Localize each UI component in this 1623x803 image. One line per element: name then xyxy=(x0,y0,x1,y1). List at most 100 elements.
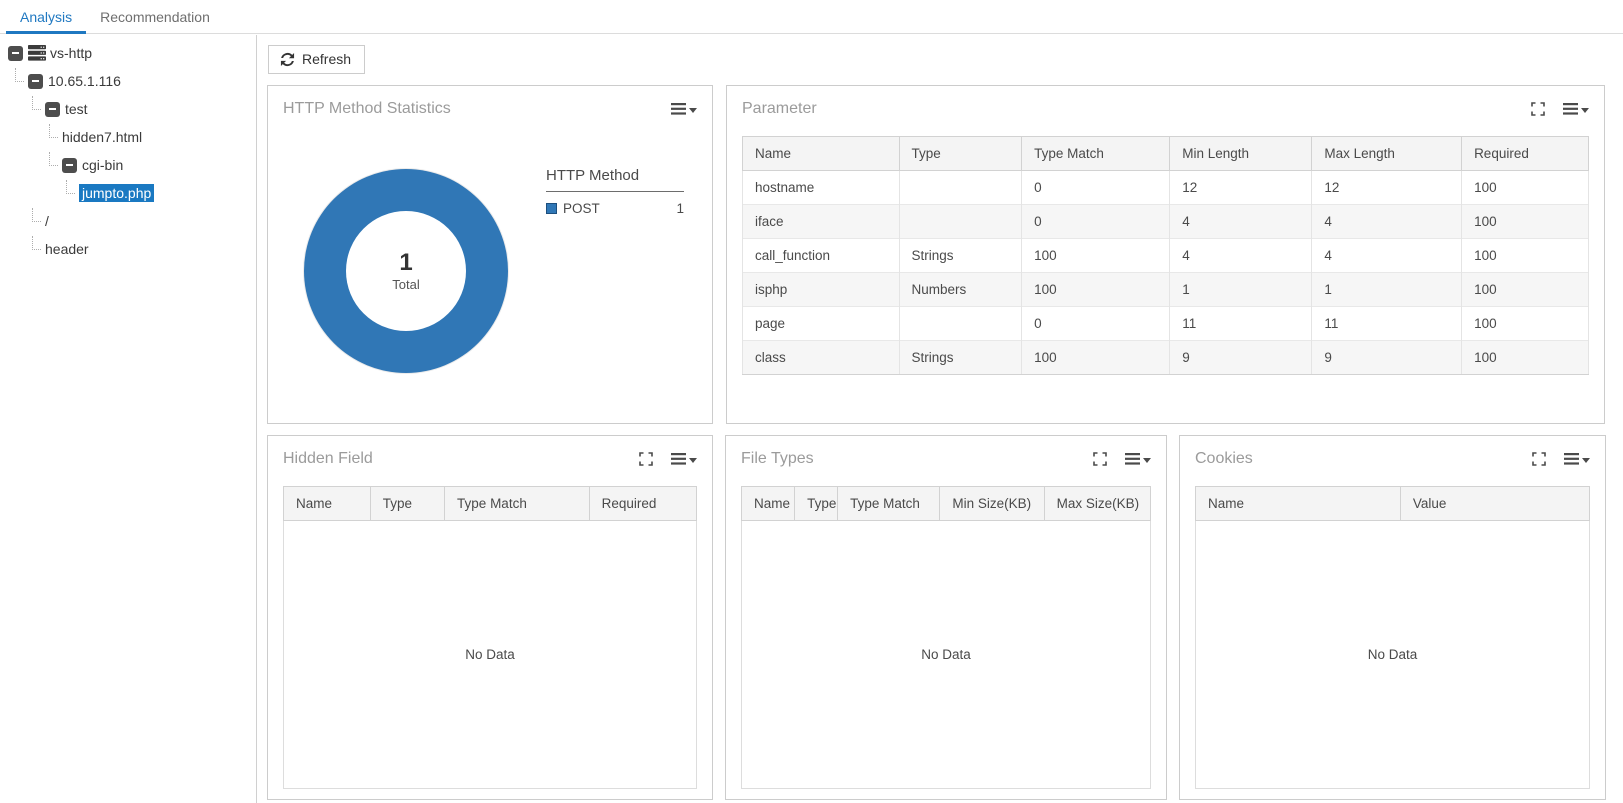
refresh-label: Refresh xyxy=(302,51,352,67)
tree-node-label: vs-http xyxy=(50,45,93,61)
tree-connector-line xyxy=(66,179,75,194)
table-row[interactable]: call_function Strings 100 4 4 100 xyxy=(742,238,1589,273)
tree-connector-line xyxy=(32,95,41,110)
column-header: Name xyxy=(283,486,371,521)
tree-connector-line xyxy=(15,67,24,82)
table-cell: 12 xyxy=(1311,170,1463,205)
table-cell: call_function xyxy=(742,238,900,273)
table-row[interactable]: class Strings 100 9 9 100 xyxy=(742,340,1589,375)
column-header: Max Length xyxy=(1311,136,1463,171)
tree-node-label: hidden7.html xyxy=(62,129,143,145)
panel-expand-button[interactable] xyxy=(1531,102,1545,116)
column-header: Type Match xyxy=(444,486,590,521)
refresh-icon xyxy=(280,52,295,67)
fullscreen-icon xyxy=(1531,102,1545,116)
panel-expand-button[interactable] xyxy=(639,452,653,466)
column-header: Min Length xyxy=(1169,136,1313,171)
hamburger-icon xyxy=(1125,453,1140,465)
tab-recommendation[interactable]: Recommendation xyxy=(86,0,224,34)
hamburger-icon xyxy=(671,453,686,465)
chevron-down-icon xyxy=(689,457,697,463)
tree-node-vs-http[interactable]: vs-http xyxy=(0,39,256,67)
table-row[interactable]: page 0 11 11 100 xyxy=(742,306,1589,341)
fullscreen-icon xyxy=(1532,452,1546,466)
column-header: Type xyxy=(794,486,839,521)
table-cell: Strings xyxy=(898,340,1023,375)
table-row[interactable]: hostname 0 12 12 100 xyxy=(742,170,1589,205)
table-cell: 100 xyxy=(1021,340,1171,375)
chevron-down-icon xyxy=(1143,457,1151,463)
column-header: Max Size(KB) xyxy=(1043,486,1152,521)
table-cell: hostname xyxy=(742,170,900,205)
table-cell: 100 xyxy=(1461,204,1589,239)
tree-node-header[interactable]: header xyxy=(0,235,256,263)
donut-total-caption: Total xyxy=(392,276,420,292)
refresh-button[interactable]: Refresh xyxy=(268,45,366,74)
column-header: Type xyxy=(369,486,446,521)
table-cell: 100 xyxy=(1021,272,1171,307)
collapse-minus-icon[interactable] xyxy=(28,73,43,89)
table-cell: Numbers xyxy=(898,272,1023,307)
panel-title: File Types xyxy=(741,450,814,467)
tree-node-label: cgi-bin xyxy=(82,157,124,173)
table-cell: 100 xyxy=(1461,340,1589,375)
chart-legend: HTTP Method POST 1 xyxy=(546,167,684,373)
table-cell: 0 xyxy=(1021,170,1171,205)
table-cell: 12 xyxy=(1169,170,1313,205)
legend-item: POST 1 xyxy=(546,201,684,216)
tree-node-label: test xyxy=(65,101,88,117)
http-method-donut-chart: 1 Total xyxy=(304,169,508,373)
table-cell: 11 xyxy=(1311,306,1463,341)
empty-table-body: No Data xyxy=(741,521,1151,789)
table-cell: 11 xyxy=(1169,306,1313,341)
hamburger-icon xyxy=(671,103,686,115)
hamburger-icon xyxy=(1563,103,1578,115)
tab-bar: Analysis Recommendation xyxy=(0,0,1623,34)
panel-expand-button[interactable] xyxy=(1532,452,1546,466)
column-header: Required xyxy=(1461,136,1589,171)
tree-node-[interactable]: / xyxy=(0,207,256,235)
table-cell: 100 xyxy=(1461,272,1589,307)
table-row[interactable]: iface 0 4 4 100 xyxy=(742,204,1589,239)
legend-title: HTTP Method xyxy=(546,167,684,192)
empty-table-body: No Data xyxy=(1195,521,1590,789)
analysis-main: Refresh HTTP Method Statistics 1 Total H… xyxy=(258,35,1623,803)
legend-swatch-post xyxy=(546,203,557,214)
chevron-down-icon xyxy=(1582,457,1590,463)
panel-menu-button[interactable] xyxy=(1563,103,1589,115)
tab-analysis[interactable]: Analysis xyxy=(6,0,87,34)
panel-title: HTTP Method Statistics xyxy=(283,100,451,117)
file-types-table: Name Type Type Match Min Size(KB) Max Size(K… xyxy=(740,486,1152,521)
table-cell xyxy=(898,306,1023,341)
column-header: Type Match xyxy=(837,486,941,521)
panel-menu-button[interactable] xyxy=(671,103,697,115)
table-row[interactable]: isphp Numbers 100 1 1 100 xyxy=(742,272,1589,307)
collapse-minus-icon[interactable] xyxy=(62,157,77,173)
panel-menu-button[interactable] xyxy=(1564,453,1590,465)
table-cell: 1 xyxy=(1169,272,1313,307)
tree-node-cgi-bin[interactable]: cgi-bin xyxy=(0,151,256,179)
parameter-panel: Parameter Name Type Type Match Min Length Ma… xyxy=(726,85,1605,424)
tree-node-10-65-1-116[interactable]: 10.65.1.116 xyxy=(0,67,256,95)
tree-node-test[interactable]: test xyxy=(0,95,256,123)
table-cell: 100 xyxy=(1461,238,1589,273)
tree-node-jumpto-php[interactable]: jumpto.php xyxy=(0,179,256,207)
site-tree: vs-http 10.65.1.116 test hidden7.html cgi-bi… xyxy=(0,39,256,263)
table-cell: 4 xyxy=(1169,204,1313,239)
collapse-minus-icon[interactable] xyxy=(45,101,60,117)
no-data-text: No Data xyxy=(465,647,515,662)
column-header: Type Match xyxy=(1021,136,1171,171)
chevron-down-icon xyxy=(1581,107,1589,113)
panel-menu-button[interactable] xyxy=(1125,453,1151,465)
table-cell: page xyxy=(742,306,900,341)
column-header: Name xyxy=(1195,486,1401,521)
column-header: Min Size(KB) xyxy=(939,486,1045,521)
panel-menu-button[interactable] xyxy=(671,453,697,465)
table-cell: 1 xyxy=(1311,272,1463,307)
tree-node-label: header xyxy=(45,241,89,257)
panel-expand-button[interactable] xyxy=(1093,452,1107,466)
no-data-text: No Data xyxy=(1367,647,1418,662)
collapse-minus-icon[interactable] xyxy=(8,45,23,61)
hidden-field-panel: Hidden Field Name Type Type Match Required … xyxy=(267,435,713,800)
tree-node-hidden7-html[interactable]: hidden7.html xyxy=(0,123,256,151)
